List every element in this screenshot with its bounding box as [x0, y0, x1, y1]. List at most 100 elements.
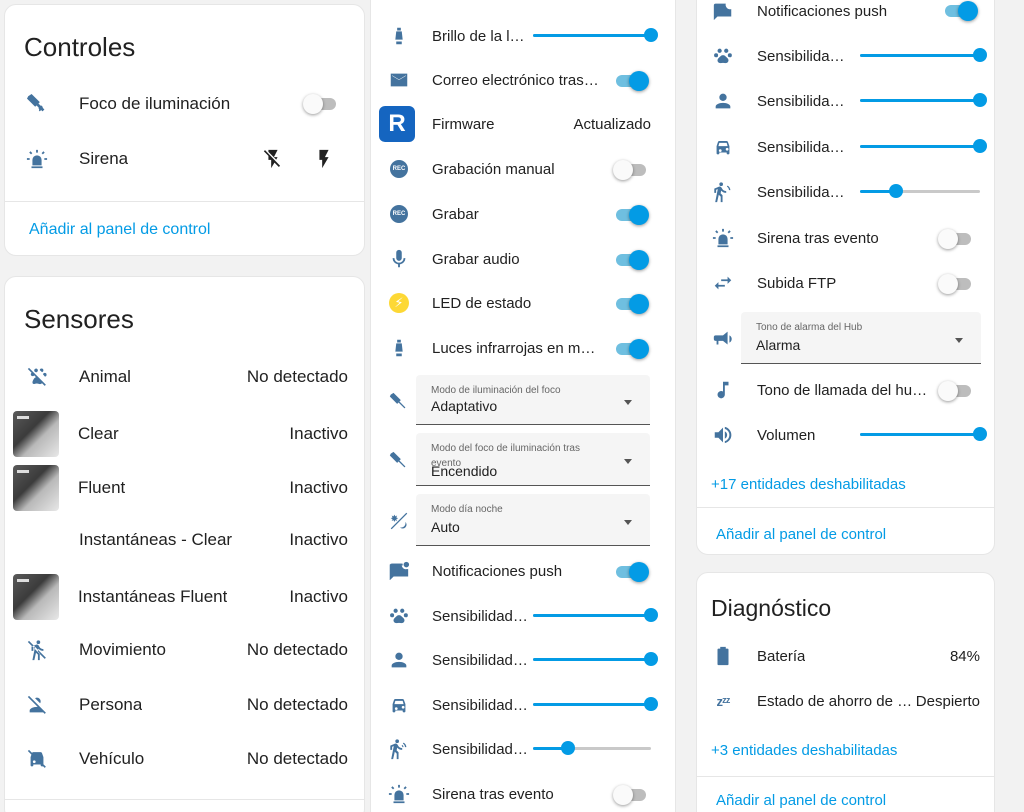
sirena-evento-toggle[interactable] [938, 229, 974, 249]
sensores-card: Sensores Animal No detectado Clear Inact… [4, 276, 365, 812]
notificaciones-toggle[interactable] [613, 562, 649, 582]
sensor-value: Inactivo [289, 424, 348, 443]
battery-icon [709, 642, 737, 670]
sensor-row-animal[interactable]: Animal No detectado [23, 357, 348, 397]
account-icon [385, 646, 413, 674]
config-label: Luces infrarrojas en modo ... [432, 339, 602, 357]
diag-disabled-link[interactable]: +3 entidades deshabilitadas [711, 742, 897, 759]
camera-thumbnail [13, 574, 59, 620]
rec-icon: REC [385, 200, 413, 228]
app-logo-icon: R [379, 106, 415, 142]
grabar-toggle[interactable] [613, 205, 649, 225]
correo-toggle[interactable] [613, 71, 649, 91]
select-value: Auto [431, 519, 460, 535]
tono-alarma-select[interactable]: Tono de alarma del Hub Alarma [741, 312, 981, 364]
config-label: Sensibilidad d... [432, 740, 528, 758]
sensor-row-clear[interactable]: Clear Inactivo [13, 411, 348, 457]
config-label: Subida FTP [757, 274, 837, 292]
sens-movimiento-slider[interactable] [533, 741, 651, 757]
flash-off-icon[interactable] [259, 145, 287, 173]
motion-sensor-icon [709, 178, 737, 206]
sensor-label: Instantáneas - Clear [79, 530, 233, 549]
paw-icon [709, 42, 737, 70]
sensor-label: Clear [78, 424, 119, 443]
modo-dia-noche-select[interactable]: Modo día noche Auto [416, 494, 650, 546]
sens-persona-slider[interactable] [533, 652, 658, 668]
config-card-right: Notificaciones push Sensibilidad d... Se… [696, 0, 995, 555]
sensor-row-persona[interactable]: Persona No detectado [23, 685, 348, 725]
sensor-value: No detectado [246, 749, 348, 768]
sensor-label: Persona [79, 695, 143, 714]
spotlight-beam-icon [385, 22, 413, 50]
config-label: Volumen [757, 426, 816, 444]
config-label: LED de estado [432, 294, 532, 312]
account-icon [709, 87, 737, 115]
diagnostico-title: Diagnóstico [711, 595, 832, 621]
theme-light-dark-icon [385, 507, 413, 535]
notificaciones-toggle[interactable] [942, 1, 978, 21]
select-label: Modo de iluminación del foco [431, 385, 561, 396]
config-label: Sensibilidad d... [757, 92, 851, 110]
modo-iluminacion-select[interactable]: Modo de iluminación del foco Adaptativo [416, 375, 650, 425]
sensor-row-instantaneas-clear[interactable]: Instantáneas - Clear Inactivo [23, 520, 348, 560]
config-label: Grabación manual [432, 160, 555, 178]
config-label: Grabar [432, 205, 479, 223]
led-icon: ⚡ [385, 289, 413, 317]
tono-llamada-toggle[interactable] [938, 381, 974, 401]
sensor-value: No detectado [246, 640, 348, 659]
sens-persona-slider[interactable] [860, 93, 987, 109]
config-label: Sensibilidad d... [432, 651, 528, 669]
config-label: Notificaciones push [432, 562, 563, 580]
diag-value: Despierto [915, 692, 980, 710]
diag-row-bateria[interactable]: Batería 84% [709, 636, 980, 676]
sensor-row-vehiculo[interactable]: Vehículo No detectado [23, 739, 348, 779]
diag-row-ahorro[interactable]: zᶻᶻ Estado de ahorro de ene... Despierto [709, 681, 980, 721]
config-label: Grabar audio [432, 250, 520, 268]
sensor-row-instantaneas-fluent[interactable]: Instantáneas Fluent Inactivo [13, 574, 348, 620]
flash-icon[interactable] [310, 145, 338, 173]
spotlight-row[interactable]: Foco de iluminación [23, 84, 348, 124]
diag-add-link[interactable]: Añadir al panel de control [716, 792, 886, 809]
infrarrojas-toggle[interactable] [613, 339, 649, 359]
sens-movimiento-slider[interactable] [860, 184, 980, 200]
config-label: Sensibilidad d... [432, 696, 528, 714]
sirena-evento-toggle[interactable] [613, 785, 649, 805]
config-label: Tono de llamada del hub e... [757, 381, 929, 399]
diagnostico-card: Diagnóstico Batería 84% zᶻᶻ Estado de ah… [696, 572, 995, 812]
sensor-row-movimiento[interactable]: Movimiento No detectado [23, 630, 348, 670]
config-add-link[interactable]: Añadir al panel de control [716, 526, 886, 543]
controles-add-link[interactable]: Añadir al panel de control [29, 221, 210, 239]
sensor-label: Vehículo [79, 749, 145, 768]
grabar-audio-toggle[interactable] [613, 250, 649, 270]
config-label: Firmware [432, 115, 495, 133]
message-badge-icon [385, 557, 413, 585]
disabled-entities-link[interactable]: +17 entidades deshabilitadas [711, 476, 906, 493]
ftp-toggle[interactable] [938, 274, 974, 294]
siren-icon [385, 780, 413, 808]
paw-off-icon [23, 363, 51, 391]
sens-animal-slider[interactable] [860, 48, 987, 64]
dropdown-arrow-icon [624, 519, 632, 525]
sensor-value: Inactivo [289, 478, 348, 497]
spotlight-toggle[interactable] [303, 94, 339, 114]
sensor-value: No detectado [246, 367, 348, 386]
camera-thumbnail [13, 465, 59, 511]
sensor-row-fluent[interactable]: Fluent Inactivo [13, 465, 348, 511]
car-off-icon [23, 745, 51, 773]
led-toggle[interactable] [613, 294, 649, 314]
modo-foco-evento-select[interactable]: Modo del foco de iluminación tras evento … [416, 433, 650, 486]
sens-animal-slider[interactable] [533, 608, 658, 624]
sens-vehiculo-slider[interactable] [533, 697, 658, 713]
sens-vehiculo-slider[interactable] [860, 139, 987, 155]
sleep-icon: zᶻᶻ [716, 693, 731, 709]
sensor-label: Movimiento [79, 640, 166, 659]
siren-icon [23, 145, 51, 173]
brillo-slider[interactable] [533, 28, 658, 44]
sensor-label: Instantáneas Fluent [78, 587, 228, 606]
spotlight-beam-icon [385, 334, 413, 362]
music-note-icon [709, 376, 737, 404]
volumen-slider[interactable] [860, 427, 987, 443]
siren-icon [709, 224, 737, 252]
microphone-icon [385, 245, 413, 273]
grabacion-manual-toggle[interactable] [613, 160, 649, 180]
